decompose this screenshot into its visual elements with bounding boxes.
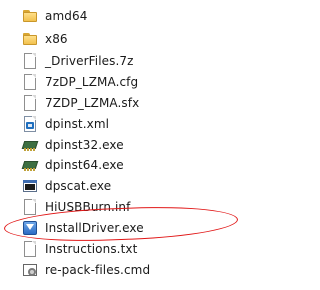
file-row-driverfiles-7z[interactable]: _DriverFiles.7z [22, 51, 134, 71]
text-file-icon [22, 241, 38, 257]
file-name: InstallDriver.exe [45, 221, 144, 235]
file-row-instructions-txt[interactable]: Instructions.txt [22, 239, 137, 259]
file-name: dpscat.exe [45, 179, 112, 193]
file-icon [22, 53, 38, 69]
file-row-re-pack-files-cmd[interactable]: re-pack-files.cmd [22, 260, 150, 280]
file-row-7zdp-lzma-cfg[interactable]: 7zDP_LZMA.cfg [22, 72, 138, 92]
folder-icon [22, 8, 38, 24]
file-row-dpscat-exe[interactable]: dpscat.exe [22, 176, 111, 196]
installer-exe-icon [22, 220, 38, 236]
file-name: dpinst32.exe [45, 138, 124, 152]
file-row-7zdp-lzma-sfx[interactable]: 7ZDP_LZMA.sfx [22, 93, 139, 113]
file-row-hiusbburn-inf[interactable]: HiUSBBurn.inf [22, 197, 130, 217]
file-name: _DriverFiles.7z [45, 54, 134, 68]
config-file-icon [22, 199, 38, 215]
xml-file-icon [22, 116, 38, 132]
file-name: re-pack-files.cmd [45, 263, 151, 277]
chip-exe-icon [21, 157, 39, 173]
file-row-installdriver-exe[interactable]: InstallDriver.exe [22, 218, 144, 238]
file-name: Instructions.txt [45, 242, 138, 256]
file-row-x86[interactable]: x86 [22, 29, 68, 49]
file-row-dpinst32-exe[interactable]: dpinst32.exe [21, 135, 124, 155]
file-icon [22, 95, 38, 111]
file-icon [22, 74, 38, 90]
cmd-file-icon [22, 262, 38, 278]
folder-icon [22, 31, 38, 47]
file-row-amd64[interactable]: amd64 [22, 6, 87, 26]
file-name: x86 [45, 32, 68, 46]
file-name: dpinst.xml [45, 117, 110, 131]
file-row-dpinst64-exe[interactable]: dpinst64.exe [21, 155, 124, 175]
file-name: 7ZDP_LZMA.sfx [45, 96, 140, 110]
console-exe-icon [22, 178, 38, 194]
file-name: amd64 [45, 9, 88, 23]
file-name: 7zDP_LZMA.cfg [45, 75, 139, 89]
chip-exe-icon [21, 137, 39, 153]
file-name: HiUSBBurn.inf [45, 200, 131, 214]
file-name: dpinst64.exe [45, 158, 124, 172]
file-row-dpinst-xml[interactable]: dpinst.xml [22, 114, 109, 134]
